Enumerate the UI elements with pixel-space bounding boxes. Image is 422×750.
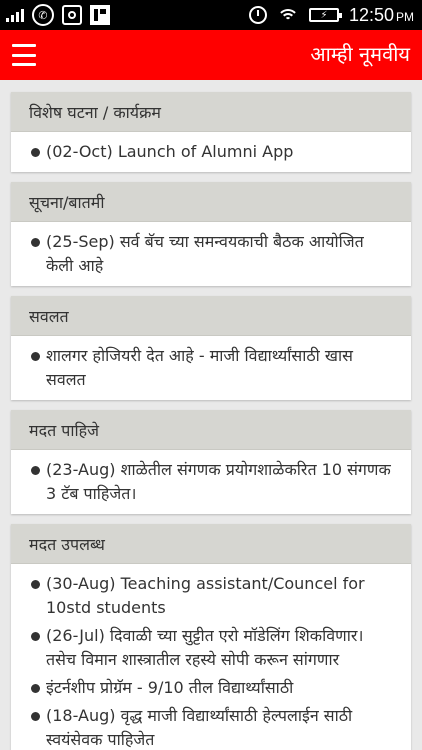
bullet-icon	[31, 466, 40, 475]
list-item-text: शालगर होजियरी देत आहे - माजी विद्यार्थ्य…	[46, 346, 353, 389]
section-body: शालगर होजियरी देत आहे - माजी विद्यार्थ्य…	[11, 336, 411, 400]
wifi-icon	[276, 7, 299, 23]
list-item[interactable]: इंटर्नशीप प्रोग्रॅम - 9/10 तील विद्यार्थ…	[31, 674, 393, 702]
app-title: आम्ही नूमवीय	[310, 42, 410, 66]
list-item[interactable]: (30-Aug) Teaching assistant/Councel for …	[31, 570, 393, 622]
signal-icon	[6, 8, 24, 22]
section-header: सवलत	[11, 296, 411, 336]
list-item[interactable]: (26-Jul) दिवाळी च्या सुट्टीत एरो मॉडेलिं…	[31, 622, 393, 674]
section-header: मदत पाहिजे	[11, 410, 411, 450]
list-item[interactable]: शालगर होजियरी देत आहे - माजी विद्यार्थ्य…	[31, 342, 393, 394]
list-item-text: इंटर्नशीप प्रोग्रॅम - 9/10 तील विद्यार्थ…	[46, 678, 294, 697]
list-item-text: (30-Aug) Teaching assistant/Councel for …	[46, 574, 365, 617]
list-item-text: (25-Sep) सर्व बॅच च्या समन्वयकाची बैठक आ…	[46, 232, 364, 275]
list-item-text: (26-Jul) दिवाळी च्या सुट्टीत एरो मॉडेलिं…	[46, 626, 364, 669]
list-item-text: (02-Oct) Launch of Alumni App	[46, 142, 294, 161]
bullet-icon	[31, 632, 40, 641]
status-time-ampm: PM	[396, 9, 414, 24]
list-item[interactable]: (23-Aug) शाळेतील संगणक प्रयोगशाळेकरित 10…	[31, 456, 393, 508]
section-card-events: विशेष घटना / कार्यक्रम (02-Oct) Launch o…	[11, 92, 411, 172]
status-bar-right: ⚡ 12:50 PM	[248, 0, 414, 30]
status-bar: ✆ ⚡ 12:50 PM	[0, 0, 422, 30]
bullet-icon	[31, 148, 40, 157]
hamburger-menu-icon[interactable]	[12, 44, 36, 66]
flipboard-icon	[90, 5, 110, 25]
list-item[interactable]: (25-Sep) सर्व बॅच च्या समन्वयकाची बैठक आ…	[31, 228, 393, 280]
app-bar: आम्ही नूमवीय	[0, 30, 422, 80]
list-item[interactable]: (18-Aug) वृद्ध माजी विद्यार्थ्यांसाठी हे…	[31, 702, 393, 750]
section-body: (02-Oct) Launch of Alumni App	[11, 132, 411, 172]
alarm-icon	[248, 6, 267, 24]
section-body: (23-Aug) शाळेतील संगणक प्रयोगशाळेकरित 10…	[11, 450, 411, 514]
app-icon	[62, 5, 82, 25]
section-card-news: सूचना/बातमी (25-Sep) सर्व बॅच च्या समन्व…	[11, 182, 411, 286]
bullet-icon	[31, 352, 40, 361]
bullet-icon	[31, 580, 40, 589]
battery-icon: ⚡	[308, 8, 342, 22]
list-item-text: (23-Aug) शाळेतील संगणक प्रयोगशाळेकरित 10…	[46, 460, 391, 503]
bullet-icon	[31, 238, 40, 247]
list-item-text: (18-Aug) वृद्ध माजी विद्यार्थ्यांसाठी हे…	[46, 706, 353, 749]
section-header: मदत उपलब्ध	[11, 524, 411, 564]
status-bar-left: ✆	[6, 0, 110, 30]
section-card-help-available: मदत उपलब्ध (30-Aug) Teaching assistant/C…	[11, 524, 411, 750]
section-body: (25-Sep) सर्व बॅच च्या समन्वयकाची बैठक आ…	[11, 222, 411, 286]
bullet-icon	[31, 712, 40, 721]
section-body: (30-Aug) Teaching assistant/Councel for …	[11, 564, 411, 750]
list-item[interactable]: (02-Oct) Launch of Alumni App	[31, 138, 393, 166]
content-list[interactable]: विशेष घटना / कार्यक्रम (02-Oct) Launch o…	[0, 80, 422, 750]
section-card-help-needed: मदत पाहिजे (23-Aug) शाळेतील संगणक प्रयोग…	[11, 410, 411, 514]
section-header: विशेष घटना / कार्यक्रम	[11, 92, 411, 132]
status-time-value: 12:50	[348, 4, 394, 25]
status-time: 12:50 PM	[349, 5, 414, 26]
section-header: सूचना/बातमी	[11, 182, 411, 222]
section-card-discount: सवलत शालगर होजियरी देत आहे - माजी विद्या…	[11, 296, 411, 400]
bullet-icon	[31, 684, 40, 693]
phone-icon: ✆	[32, 4, 54, 26]
